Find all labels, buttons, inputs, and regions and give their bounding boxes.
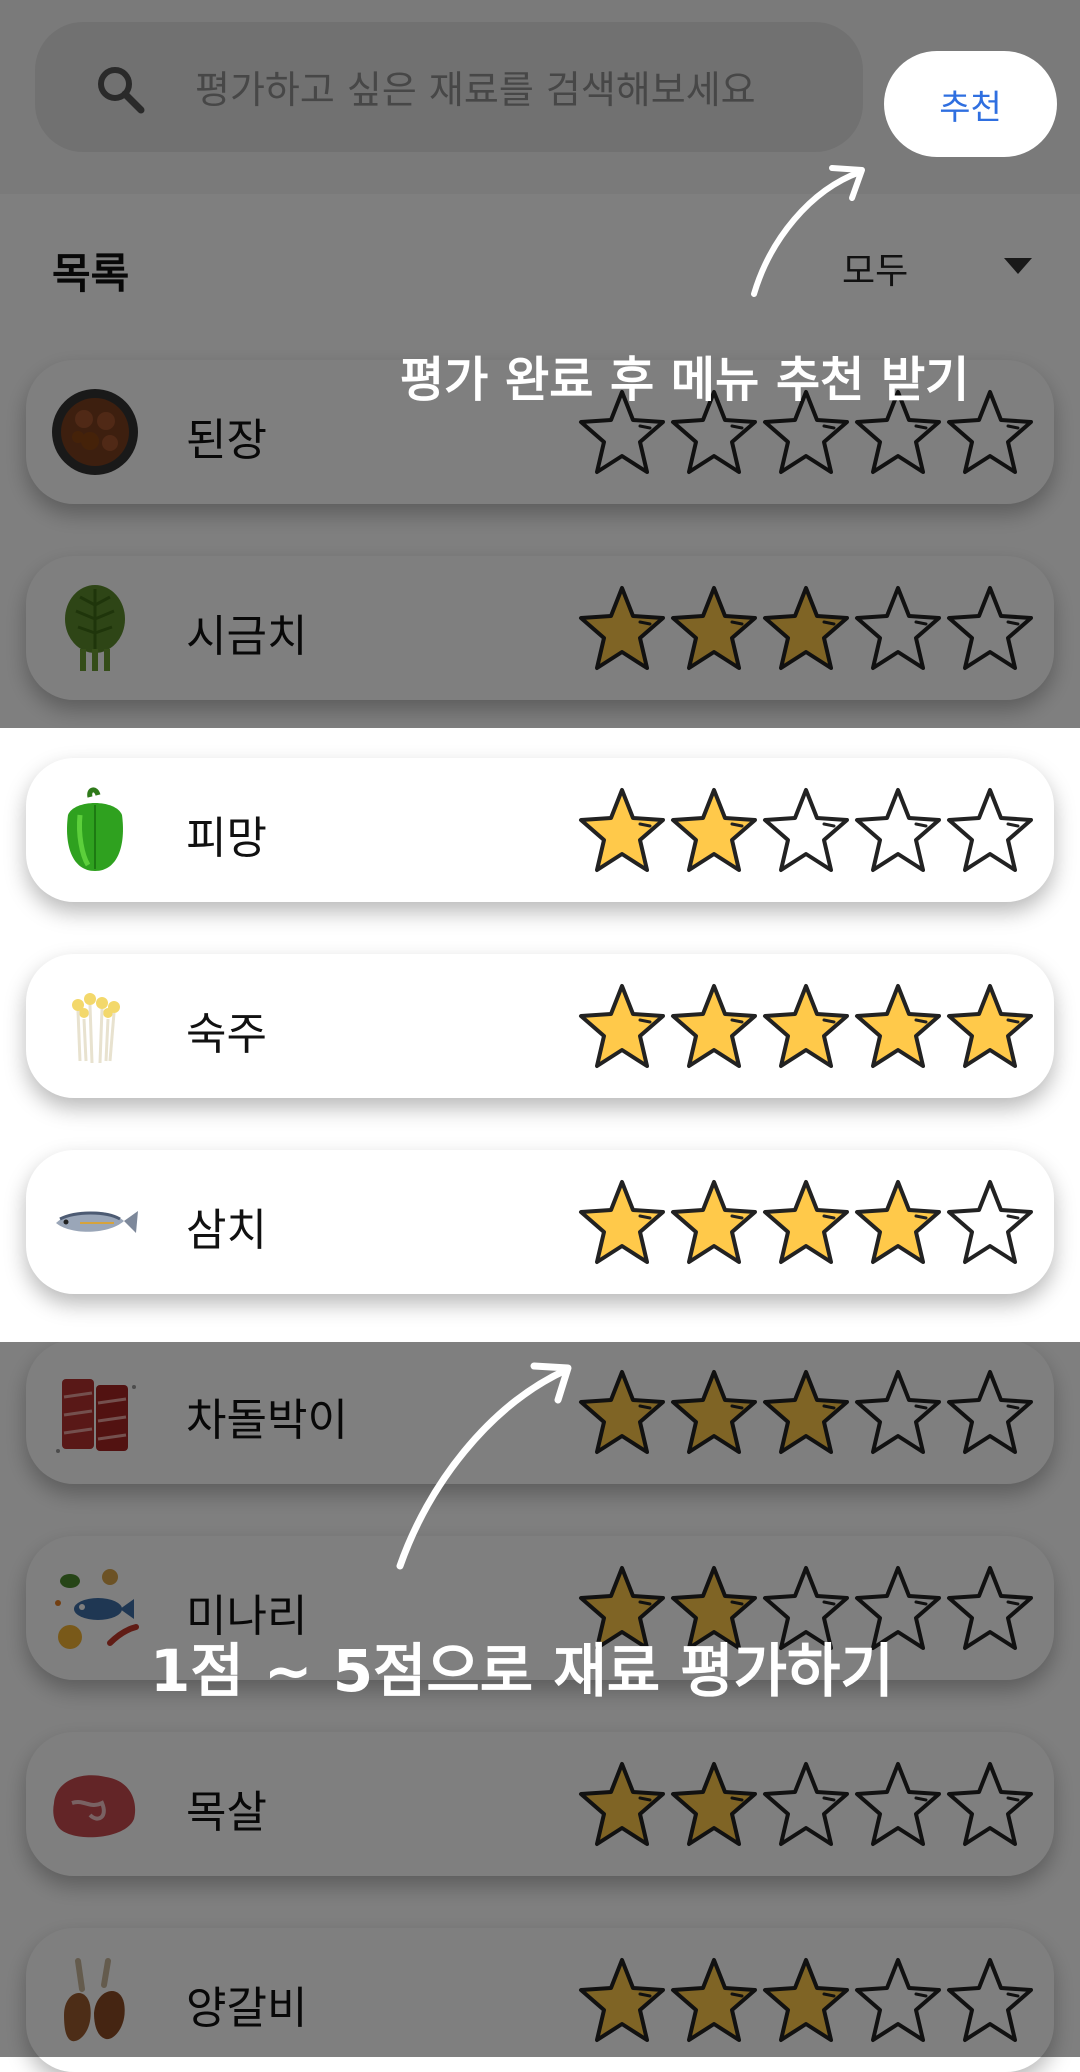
star-filled-icon[interactable] (668, 784, 760, 876)
star-filled-icon[interactable] (576, 784, 668, 876)
star-rating[interactable] (576, 582, 1046, 674)
star-filled-icon[interactable] (760, 1954, 852, 2046)
search-input[interactable]: 평가하고 싶은 재료를 검색해보세요 (35, 22, 863, 152)
star-rating[interactable] (576, 980, 1046, 1072)
ingredient-name: 삼치 (186, 1205, 267, 1256)
star-rating[interactable] (576, 1758, 1046, 1850)
star-rating[interactable] (576, 1366, 1046, 1458)
ingredient-name: 목살 (186, 1787, 267, 1838)
star-filled-icon[interactable] (668, 1366, 760, 1458)
star-empty-icon[interactable] (944, 784, 1036, 876)
spinach-icon (50, 583, 140, 673)
star-filled-icon[interactable] (668, 1758, 760, 1850)
mackerel-fish-icon (50, 1177, 140, 1267)
lamb-ribs-icon (50, 1955, 140, 2045)
ingredient-card-mackerel: 삼치 (26, 1150, 1054, 1294)
ingredient-card-pork-neck: 목살 (26, 1732, 1054, 1876)
list-title: 목록 (52, 249, 130, 298)
star-filled-icon[interactable] (760, 582, 852, 674)
star-empty-icon[interactable] (852, 1366, 944, 1458)
star-filled-icon[interactable] (576, 1366, 668, 1458)
ingredient-name: 차돌박이 (186, 1395, 348, 1446)
star-filled-icon[interactable] (576, 980, 668, 1072)
star-rating[interactable] (576, 1954, 1046, 2046)
star-filled-icon[interactable] (760, 1176, 852, 1268)
star-filled-icon[interactable] (944, 980, 1036, 1072)
star-filled-icon[interactable] (576, 1176, 668, 1268)
star-empty-icon[interactable] (944, 1562, 1036, 1654)
beef-brisket-icon (50, 1367, 140, 1457)
star-empty-icon[interactable] (944, 1366, 1036, 1458)
star-empty-icon[interactable] (944, 1954, 1036, 2046)
ingredient-card-green-pepper: 피망 (26, 758, 1054, 902)
star-empty-icon[interactable] (852, 784, 944, 876)
star-empty-icon[interactable] (852, 582, 944, 674)
green-pepper-icon (50, 785, 140, 875)
star-filled-icon[interactable] (852, 1176, 944, 1268)
bean-sprouts-icon (50, 981, 140, 1071)
pork-neck-icon (50, 1759, 140, 1849)
star-filled-icon[interactable] (576, 582, 668, 674)
ingredient-name: 피망 (186, 813, 267, 864)
star-filled-icon[interactable] (760, 1366, 852, 1458)
star-filled-icon[interactable] (576, 1954, 668, 2046)
star-filled-icon[interactable] (668, 1954, 760, 2046)
recommend-button[interactable]: 추천 (884, 51, 1057, 157)
star-empty-icon[interactable] (852, 1954, 944, 2046)
star-empty-icon[interactable] (852, 1758, 944, 1850)
doenjang-icon (50, 387, 140, 477)
chevron-down-icon (1004, 258, 1032, 274)
arrow-up-right-icon (751, 165, 865, 297)
search-icon (98, 67, 145, 114)
ingredient-card-lamb-ribs: 양갈비 (26, 1928, 1054, 2072)
coach-hint-rating: 1점 ~ 5점으로 재료 평가하기 (150, 1637, 894, 1705)
search-placeholder: 평가하고 싶은 재료를 검색해보세요 (195, 68, 756, 112)
star-filled-icon[interactable] (668, 980, 760, 1072)
star-empty-icon[interactable] (944, 1176, 1036, 1268)
star-empty-icon[interactable] (944, 582, 1036, 674)
arrow-up-right-icon (396, 1362, 572, 1570)
ingredient-name: 양갈비 (186, 1983, 308, 2034)
coach-hint-recommend: 평가 완료 후 메뉴 추천 받기 (400, 352, 970, 408)
star-empty-icon[interactable] (760, 1758, 852, 1850)
star-empty-icon[interactable] (944, 1758, 1036, 1850)
star-filled-icon[interactable] (576, 1758, 668, 1850)
star-filled-icon[interactable] (852, 980, 944, 1072)
star-empty-icon[interactable] (760, 784, 852, 876)
star-filled-icon[interactable] (668, 582, 760, 674)
star-filled-icon[interactable] (760, 980, 852, 1072)
star-rating[interactable] (576, 784, 1046, 876)
ingredient-name: 숙주 (186, 1009, 267, 1060)
star-rating[interactable] (576, 1176, 1046, 1268)
ingredient-card-bean-sprouts: 숙주 (26, 954, 1054, 1098)
ingredient-name: 시금치 (186, 611, 308, 662)
water-parsley-icon (50, 1563, 140, 1653)
ingredient-name: 된장 (186, 415, 267, 466)
star-filled-icon[interactable] (668, 1176, 760, 1268)
ingredient-card-spinach: 시금치 (26, 556, 1054, 700)
